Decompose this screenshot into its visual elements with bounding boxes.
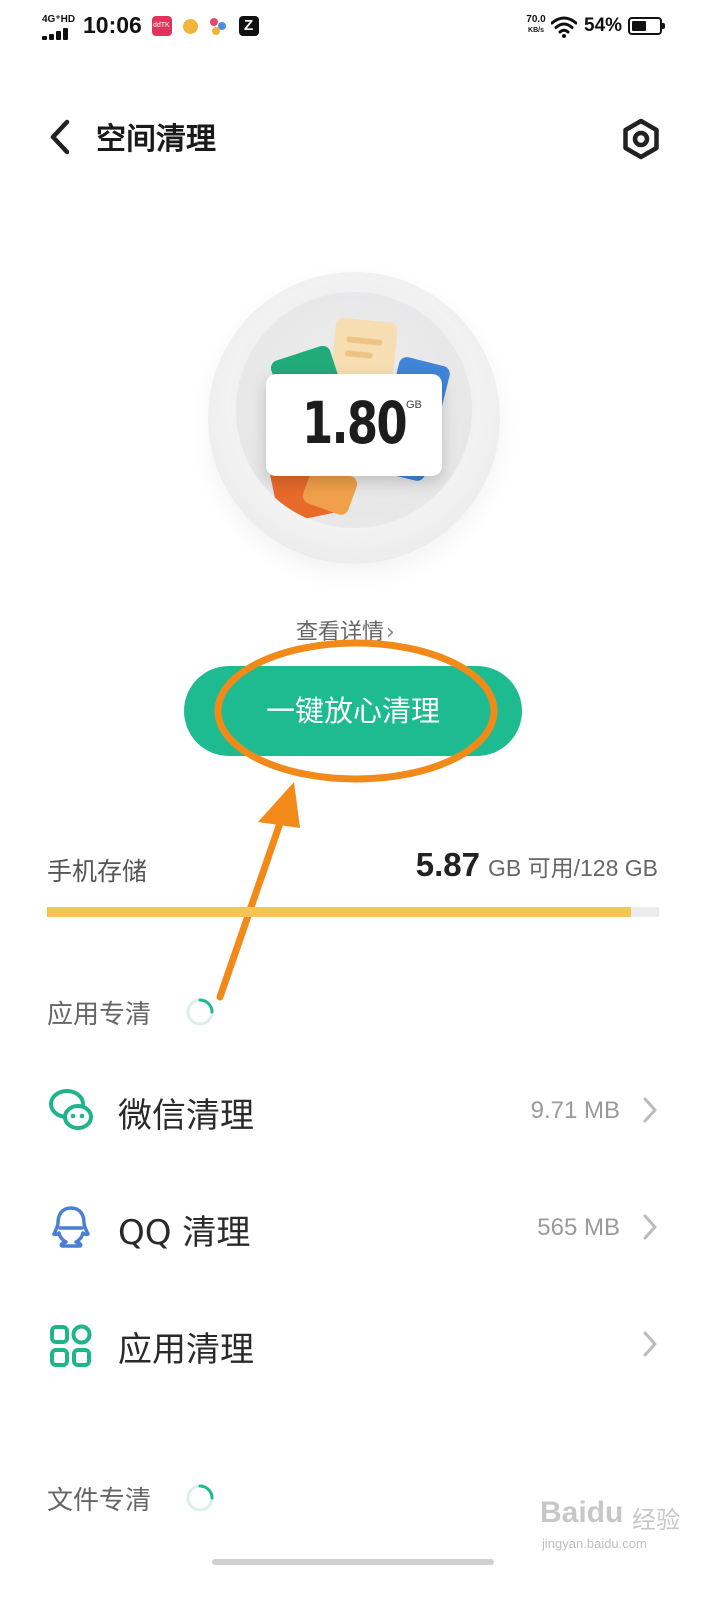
storage-value: 5.87 GB 可用/128 GB	[416, 846, 658, 884]
battery-icon	[628, 17, 665, 35]
storage-progress-fill	[47, 907, 631, 917]
junk-size-value: 1.80	[302, 389, 408, 457]
notification-app-3-icon	[208, 16, 228, 36]
page-title: 空间清理	[96, 122, 216, 157]
list-item-size: 9.71 MB	[530, 1097, 620, 1124]
baidu-jingyan-watermark: Baidu 经验 jingyan.baidu.com	[540, 1490, 710, 1580]
network-type: 4G⁺HD	[42, 14, 76, 25]
battery-percent: 54%	[584, 15, 623, 36]
storage-available-suffix: GB 可用/128 GB	[487, 855, 658, 881]
annotation-arrow-line	[216, 796, 292, 1001]
storage-available: 5.87	[415, 846, 480, 883]
wifi-icon	[551, 16, 577, 38]
list-item-wechat-clean[interactable]: 微信清理 9.71 MB	[0, 1055, 720, 1165]
storage-progress-bar	[47, 907, 659, 917]
clock: 10:06	[83, 12, 142, 38]
view-details-label: 查看详情	[296, 620, 385, 645]
watermark-url: jingyan.baidu.com	[542, 1536, 647, 1551]
status-bar: 4G⁺HD 10:06 ddTK Z 70.0 KB/s 54%	[0, 0, 720, 56]
list-item-qq-clean[interactable]: QQ 清理 565 MB	[0, 1172, 720, 1282]
watermark-text: Baidu	[540, 1496, 624, 1529]
storage-label: 手机存储	[47, 857, 148, 886]
junk-size-unit: GB	[406, 399, 422, 411]
home-indicator[interactable]	[212, 1559, 494, 1565]
view-details-link[interactable]: 查看详情›	[296, 614, 395, 646]
annotation-arrow-head	[258, 782, 300, 828]
watermark-text-cn: 经验	[632, 1506, 680, 1534]
list-item-label: QQ 清理	[118, 1213, 251, 1253]
list-item-app-clean[interactable]: 应用清理	[0, 1289, 720, 1399]
wechat-icon	[49, 1089, 93, 1130]
one-tap-clean-button[interactable]: 一键放心清理	[184, 666, 522, 756]
loading-spinner-icon	[186, 1484, 214, 1512]
zhihu-icon: Z	[239, 16, 259, 36]
chevron-right-icon	[643, 1097, 657, 1123]
section-header-file-clean: 文件专清	[47, 1486, 152, 1516]
cellular-signal-icon: 4G⁺HD	[42, 14, 78, 40]
settings-button[interactable]	[618, 116, 664, 162]
list-item-size: 565 MB	[537, 1214, 620, 1241]
chevron-left-icon	[50, 119, 70, 155]
chevron-right-icon: ›	[386, 620, 395, 645]
loading-spinner-icon	[186, 998, 214, 1026]
back-button[interactable]	[38, 115, 82, 159]
notification-app-2-icon	[183, 19, 198, 34]
chevron-right-icon	[643, 1331, 657, 1357]
network-speed: 70.0 KB/s	[526, 14, 546, 34]
chevron-right-icon	[643, 1214, 657, 1240]
qq-icon	[52, 1206, 90, 1248]
hexagon-settings-icon	[623, 118, 659, 160]
notification-app-1-icon: ddTK	[152, 16, 172, 36]
apps-grid-icon	[50, 1324, 92, 1367]
list-item-label: 应用清理	[118, 1330, 254, 1370]
section-header-app-clean: 应用专清	[47, 1000, 152, 1030]
list-item-label: 微信清理	[118, 1096, 254, 1136]
